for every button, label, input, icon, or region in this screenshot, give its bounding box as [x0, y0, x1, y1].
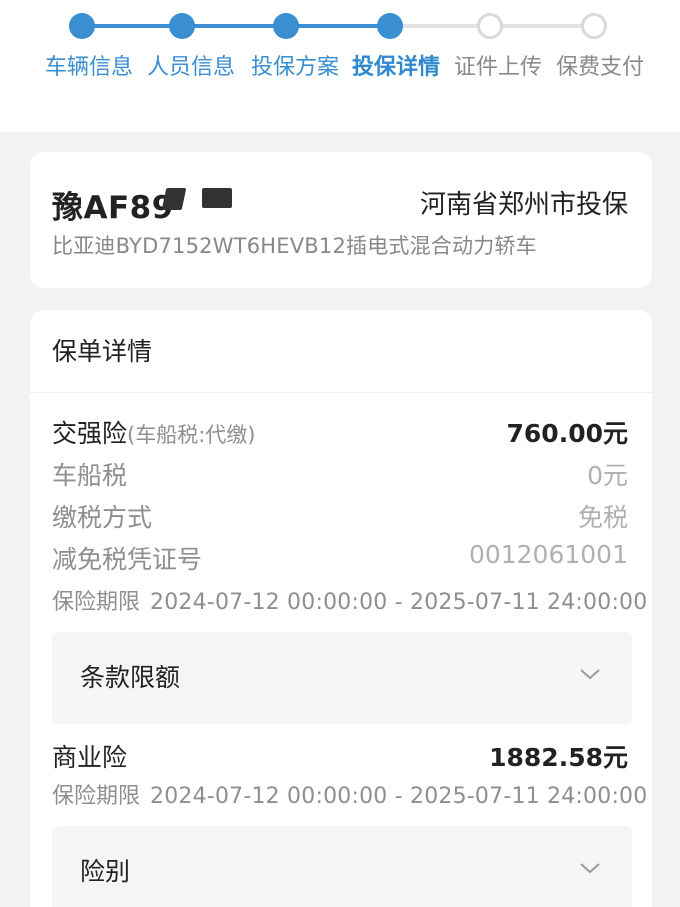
stepper-track-completed	[82, 24, 390, 28]
period-label: 保险期限	[52, 590, 141, 615]
plate-redaction-mark	[202, 188, 232, 208]
terms-limits-label: 条款限额	[80, 663, 181, 692]
vehicle-card: 豫AF89 河南省郑州市投保 比亚迪BYD7152WT6HEVB12插电式混合动…	[30, 152, 652, 288]
commercial-insurance-label: 商业险	[52, 743, 128, 772]
tax-method-value: 免税	[577, 503, 628, 532]
step-dot-person-info	[169, 13, 195, 39]
exemption-cert-value: 0012061001	[468, 540, 628, 569]
commercial-insurance-amount: 1882.58元	[489, 743, 628, 772]
step-dot-upload	[477, 13, 503, 39]
license-plate: 豫AF89	[52, 190, 174, 226]
compulsory-insurance-name: 交强险	[52, 419, 128, 448]
chevron-down-icon[interactable]	[578, 662, 602, 686]
divider	[30, 392, 652, 393]
step-label-details[interactable]: 投保详情	[341, 52, 451, 84]
coverage-types-label: 险别	[80, 857, 131, 886]
terms-limits-collapse[interactable]: 条款限额	[52, 632, 632, 724]
step-dot-plan	[273, 13, 299, 39]
coverage-types-collapse[interactable]: 险别	[52, 826, 632, 907]
commercial-period: 保险期限 2024-07-12 00:00:00 - 2025-07-11 24:…	[52, 778, 647, 810]
compulsory-period: 保险期限 2024-07-12 00:00:00 - 2025-07-11 24:…	[52, 584, 647, 616]
tax-note: (车船税:代缴)	[127, 423, 256, 447]
period-label: 保险期限	[52, 784, 141, 809]
vehicle-model: 比亚迪BYD7152WT6HEVB12插电式混合动力轿车	[52, 234, 537, 258]
vehicle-tax-value: 0元	[587, 461, 628, 490]
insured-location: 河南省郑州市投保	[419, 190, 628, 220]
step-dot-details	[377, 13, 403, 39]
tax-method-label: 缴税方式	[52, 503, 153, 532]
plate-redaction-mark	[161, 188, 187, 210]
step-dot-vehicle-info	[69, 13, 95, 39]
step-label-upload: 证件上传	[453, 55, 542, 80]
chevron-down-icon[interactable]	[578, 856, 602, 880]
step-label-plan[interactable]: 投保方案	[240, 52, 350, 84]
period-dates: 2024-07-12 00:00:00 - 2025-07-11 24:00:0…	[150, 784, 648, 809]
progress-stepper: 车辆信息 人员信息 投保方案 投保详情 证件上传 保费支付	[0, 0, 680, 132]
compulsory-insurance-label: 交强险(车船税:代缴)	[52, 414, 255, 450]
step-dot-payment	[581, 13, 607, 39]
period-dates: 2024-07-12 00:00:00 - 2025-07-11 24:00:0…	[150, 590, 648, 615]
compulsory-insurance-amount: 760.00元	[506, 419, 628, 448]
step-label-payment: 保费支付	[555, 55, 644, 80]
step-label-person-info[interactable]: 人员信息	[136, 52, 246, 84]
policy-details-card: 保单详情 交强险(车船税:代缴) 760.00元 车船税 0元 缴税方式 免税 …	[30, 310, 652, 907]
exemption-cert-label: 减免税凭证号	[52, 545, 203, 574]
step-label-vehicle-info[interactable]: 车辆信息	[34, 52, 144, 84]
policy-title: 保单详情	[52, 337, 153, 366]
vehicle-tax-label: 车船税	[52, 461, 128, 490]
